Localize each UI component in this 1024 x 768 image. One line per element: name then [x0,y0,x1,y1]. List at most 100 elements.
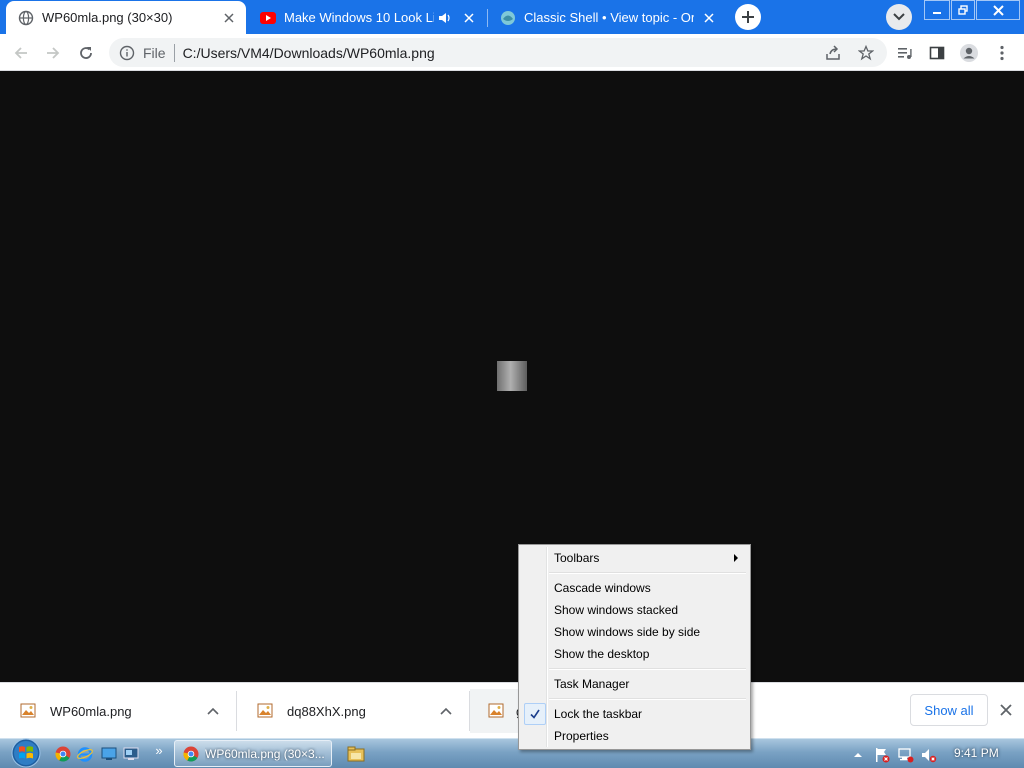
side-panel-icon [929,46,945,60]
image-file-icon [488,703,504,718]
checkmark-icon [524,703,546,725]
globe-icon [18,10,34,26]
youtube-icon [260,10,276,26]
menu-item-task-manager[interactable]: Task Manager [521,673,748,695]
media-queue-icon [898,48,912,59]
chevron-up-icon[interactable] [437,702,455,720]
minimize-icon [924,0,950,20]
tab-wp60mla[interactable]: WP60mla.png (30×30) [6,1,246,34]
menu-item-cascade-windows[interactable]: Cascade windows [521,577,748,599]
tray-overflow-chevron-icon[interactable] [850,747,866,763]
download-filename: dq88XhX.png [287,703,366,719]
quicklaunch-more-button[interactable]: » [150,741,168,759]
minimize-button[interactable] [924,0,950,20]
side-panel-button[interactable] [925,41,949,65]
download-item[interactable]: dq88XhX.png [237,689,469,733]
new-tab-button[interactable] [735,4,761,30]
menu-item-label: Show windows stacked [554,603,679,617]
show-all-button[interactable]: Show all [910,694,988,726]
chrome-quicklaunch-icon[interactable] [54,745,72,763]
menu-item-label: Toolbars [554,551,600,565]
restore-button[interactable] [951,0,975,20]
menu-item-label: Cascade windows [554,581,651,595]
menu-item-properties[interactable]: Properties [521,725,748,747]
tab-title: Make Windows 10 Look Like [284,10,434,25]
tab-title: WP60mla.png (30×30) [42,10,173,25]
download-item[interactable]: WP60mla.png [0,689,236,733]
volume-muted-icon[interactable] [921,747,937,763]
close-icon [976,0,1020,20]
tab-make-windows[interactable]: Make Windows 10 Look Like [248,1,486,34]
scheme-label: File [143,44,166,61]
close-icon[interactable] [700,9,718,27]
start-button[interactable] [8,737,44,768]
image-viewer [0,71,1024,682]
close-icon [1000,704,1012,716]
menu-item-label: Lock the taskbar [554,707,643,721]
windows-taskbar: » WP60mla.png (30×3... 9:41 PM [0,738,1024,768]
restore-icon [951,0,975,20]
menu-item-label: Properties [554,729,609,743]
info-icon[interactable] [119,45,135,61]
menu-separator [549,698,746,700]
reload-icon [80,47,92,59]
reload-button[interactable] [74,41,98,65]
menu-item-show-windows-side-by-side[interactable]: Show windows side by side [521,621,748,643]
speaker-icon[interactable] [438,10,454,26]
menu-item-label: Task Manager [554,677,630,691]
tab-title: Classic Shell • View topic - Origin [524,10,694,25]
remote-desktop-icon[interactable] [122,745,140,763]
omnibox-divider [173,43,175,62]
profile-button[interactable] [957,41,981,65]
address-bar[interactable]: File C:/Users/VM4/Downloads/WP60mla.png [109,38,887,67]
windows-orb-icon [11,738,41,768]
taskbar-context-menu: Toolbars Cascade windows Show windows st… [518,544,751,750]
show-desktop-quicklaunch-icon[interactable] [100,745,118,763]
close-icon[interactable] [220,9,238,27]
taskbar-button-label: WP60mla.png (30×3... [205,746,325,761]
menu-item-label: Show the desktop [554,647,650,661]
taskbar-button-chrome[interactable]: WP60mla.png (30×3... [174,740,332,767]
menu-item-show-windows-stacked[interactable]: Show windows stacked [521,599,748,621]
bookmark-star-icon[interactable] [856,43,876,63]
explorer-taskbar-icon[interactable] [347,745,365,763]
tab-search-button[interactable] [886,4,912,30]
kebab-menu-icon [1000,45,1004,61]
browser-toolbar: File C:/Users/VM4/Downloads/WP60mla.png [0,34,1024,71]
download-shelf: WP60mla.png dq88XhX.png g Show all [0,682,1024,738]
image-file-icon [20,703,36,718]
image-preview[interactable] [497,361,527,391]
internet-explorer-icon[interactable] [76,745,94,763]
back-arrow-icon [14,47,27,59]
chevron-down-icon [893,13,905,21]
close-shelf-button[interactable] [996,700,1016,720]
menu-button[interactable] [990,41,1014,65]
chrome-icon [183,746,199,762]
menu-separator [549,572,746,574]
download-filename: WP60mla.png [50,703,132,719]
share-icon[interactable] [823,43,843,63]
menu-item-show-desktop[interactable]: Show the desktop [521,643,748,665]
menu-item-lock-taskbar[interactable]: Lock the taskbar [521,703,748,725]
menu-item-label: Show windows side by side [554,625,701,639]
profile-avatar-icon [960,44,978,62]
forward-arrow-icon [47,47,60,59]
menu-item-toolbars[interactable]: Toolbars [521,547,748,569]
action-center-flag-icon[interactable] [874,747,890,763]
plus-icon [742,11,754,23]
back-button[interactable] [9,41,33,65]
tab-strip: WP60mla.png (30×30) Make Windows 10 Look… [0,0,1024,34]
image-file-icon [257,703,273,718]
tab-classic-shell[interactable]: Classic Shell • View topic - Origin [488,1,726,34]
menu-separator [549,668,746,670]
submenu-arrow-icon [734,554,738,562]
media-control-button[interactable] [893,41,917,65]
network-icon[interactable] [898,747,914,763]
system-clock[interactable]: 9:41 PM [954,746,999,760]
close-icon[interactable] [460,9,478,27]
classic-shell-icon [500,10,516,26]
forward-button[interactable] [41,41,65,65]
url-text[interactable]: C:/Users/VM4/Downloads/WP60mla.png [183,45,887,61]
chevron-up-icon[interactable] [204,702,222,720]
close-window-button[interactable] [976,0,1020,20]
